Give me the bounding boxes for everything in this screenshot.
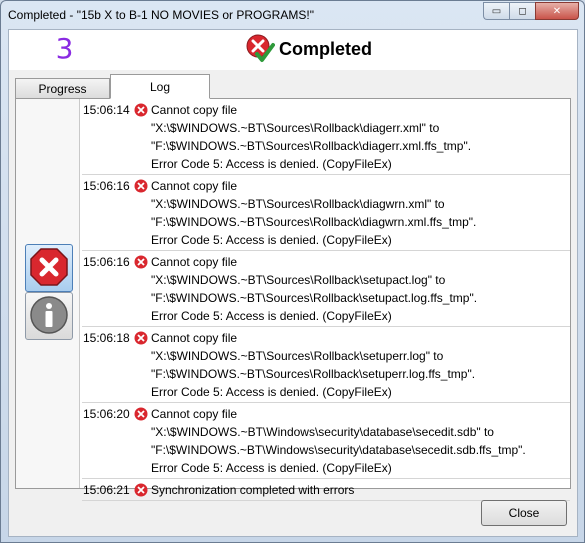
log-time: 15:06:14 (83, 103, 130, 117)
log-entry: 15:06:21 Synchronization completed with e… (82, 479, 570, 501)
error-icon (134, 103, 151, 117)
log-line: "F:\$WINDOWS.~BT\Sources\Rollback\diagwr… (151, 215, 477, 229)
log-message: Cannot copy file (151, 103, 238, 117)
log-line: "F:\$WINDOWS.~BT\Windows\security\databa… (151, 443, 526, 457)
log-message: Synchronization completed with errors (151, 483, 355, 497)
log-panel: 15:06:14 Cannot copy file "X:\$WINDOWS.~B… (15, 98, 571, 501)
log-message: Cannot copy file (151, 331, 238, 345)
log-message: Cannot copy file (151, 255, 238, 269)
close-button[interactable]: Close (481, 500, 567, 526)
log-list[interactable]: 15:06:14 Cannot copy file "X:\$WINDOWS.~B… (82, 99, 570, 501)
error-icon (134, 331, 151, 345)
error-check-icon (245, 33, 275, 66)
dialog-client: 3 Completed Progress Log 15:06:14 Cannot… (8, 29, 578, 537)
caption-buttons: ▭ ◻ ✕ (483, 2, 579, 20)
count-badge: 3 (44, 33, 85, 65)
log-line: "X:\$WINDOWS.~BT\Sources\Rollback\setupa… (151, 273, 446, 287)
dialog-window: Completed - "15b X to B-1 NO MOVIES or P… (0, 0, 585, 543)
title-bar[interactable]: Completed - "15b X to B-1 NO MOVIES or P… (1, 1, 584, 29)
maximize-button[interactable]: ◻ (509, 2, 535, 20)
close-window-button[interactable]: ✕ (535, 2, 579, 20)
info-filter-button[interactable] (25, 292, 73, 340)
header-area: 3 Completed (9, 30, 577, 70)
status-header: Completed (245, 33, 372, 66)
log-line: "F:\$WINDOWS.~BT\Sources\Rollback\diager… (151, 139, 472, 153)
log-time: 15:06:18 (83, 331, 130, 345)
log-time: 15:06:21 (83, 483, 130, 497)
log-line: "X:\$WINDOWS.~BT\Sources\Rollback\diager… (151, 121, 440, 135)
log-line: Error Code 5: Access is denied. (CopyFil… (151, 461, 392, 475)
filter-strip (16, 99, 80, 488)
log-line: Error Code 5: Access is denied. (CopyFil… (151, 157, 392, 171)
minimize-button[interactable]: ▭ (483, 2, 509, 20)
log-entry: 15:06:16 Cannot copy file "X:\$WINDOWS.~B… (82, 251, 570, 327)
log-line: Error Code 5: Access is denied. (CopyFil… (151, 309, 392, 323)
log-time: 15:06:16 (83, 255, 130, 269)
log-message: Cannot copy file (151, 407, 238, 421)
log-entry: 15:06:18 Cannot copy file "X:\$WINDOWS.~B… (82, 327, 570, 403)
error-filter-button[interactable] (25, 244, 73, 292)
log-line: "X:\$WINDOWS.~BT\Sources\Rollback\diagwr… (151, 197, 445, 211)
window-title: Completed - "15b X to B-1 NO MOVIES or P… (8, 8, 314, 22)
log-entry: 15:06:16 Cannot copy file "X:\$WINDOWS.~B… (82, 175, 570, 251)
error-icon (134, 179, 151, 193)
tab-progress[interactable]: Progress (15, 78, 110, 98)
close-icon: ✕ (552, 5, 562, 17)
log-time: 15:06:20 (83, 407, 130, 421)
log-message: Cannot copy file (151, 179, 238, 193)
error-icon (134, 407, 151, 421)
info-filter-icon (29, 295, 69, 338)
log-line: Error Code 5: Access is denied. (CopyFil… (151, 385, 392, 399)
error-filter-icon (29, 247, 69, 290)
log-entry: 15:06:14 Cannot copy file "X:\$WINDOWS.~B… (82, 99, 570, 175)
maximize-icon: ◻ (518, 5, 527, 17)
log-line: "F:\$WINDOWS.~BT\Sources\Rollback\setupe… (151, 367, 476, 381)
error-icon (134, 255, 151, 269)
log-entry: 15:06:20 Cannot copy file "X:\$WINDOWS.~B… (82, 403, 570, 479)
tab-log[interactable]: Log (110, 74, 210, 99)
status-title: Completed (279, 39, 373, 59)
log-time: 15:06:16 (83, 179, 130, 193)
log-line: "F:\$WINDOWS.~BT\Sources\Rollback\setupa… (151, 291, 478, 305)
error-icon (134, 483, 151, 497)
log-line: "X:\$WINDOWS.~BT\Windows\security\databa… (151, 425, 494, 439)
log-line: "X:\$WINDOWS.~BT\Sources\Rollback\setupe… (151, 349, 444, 363)
minimize-icon: ▭ (491, 5, 502, 17)
log-line: Error Code 5: Access is denied. (CopyFil… (151, 233, 392, 247)
